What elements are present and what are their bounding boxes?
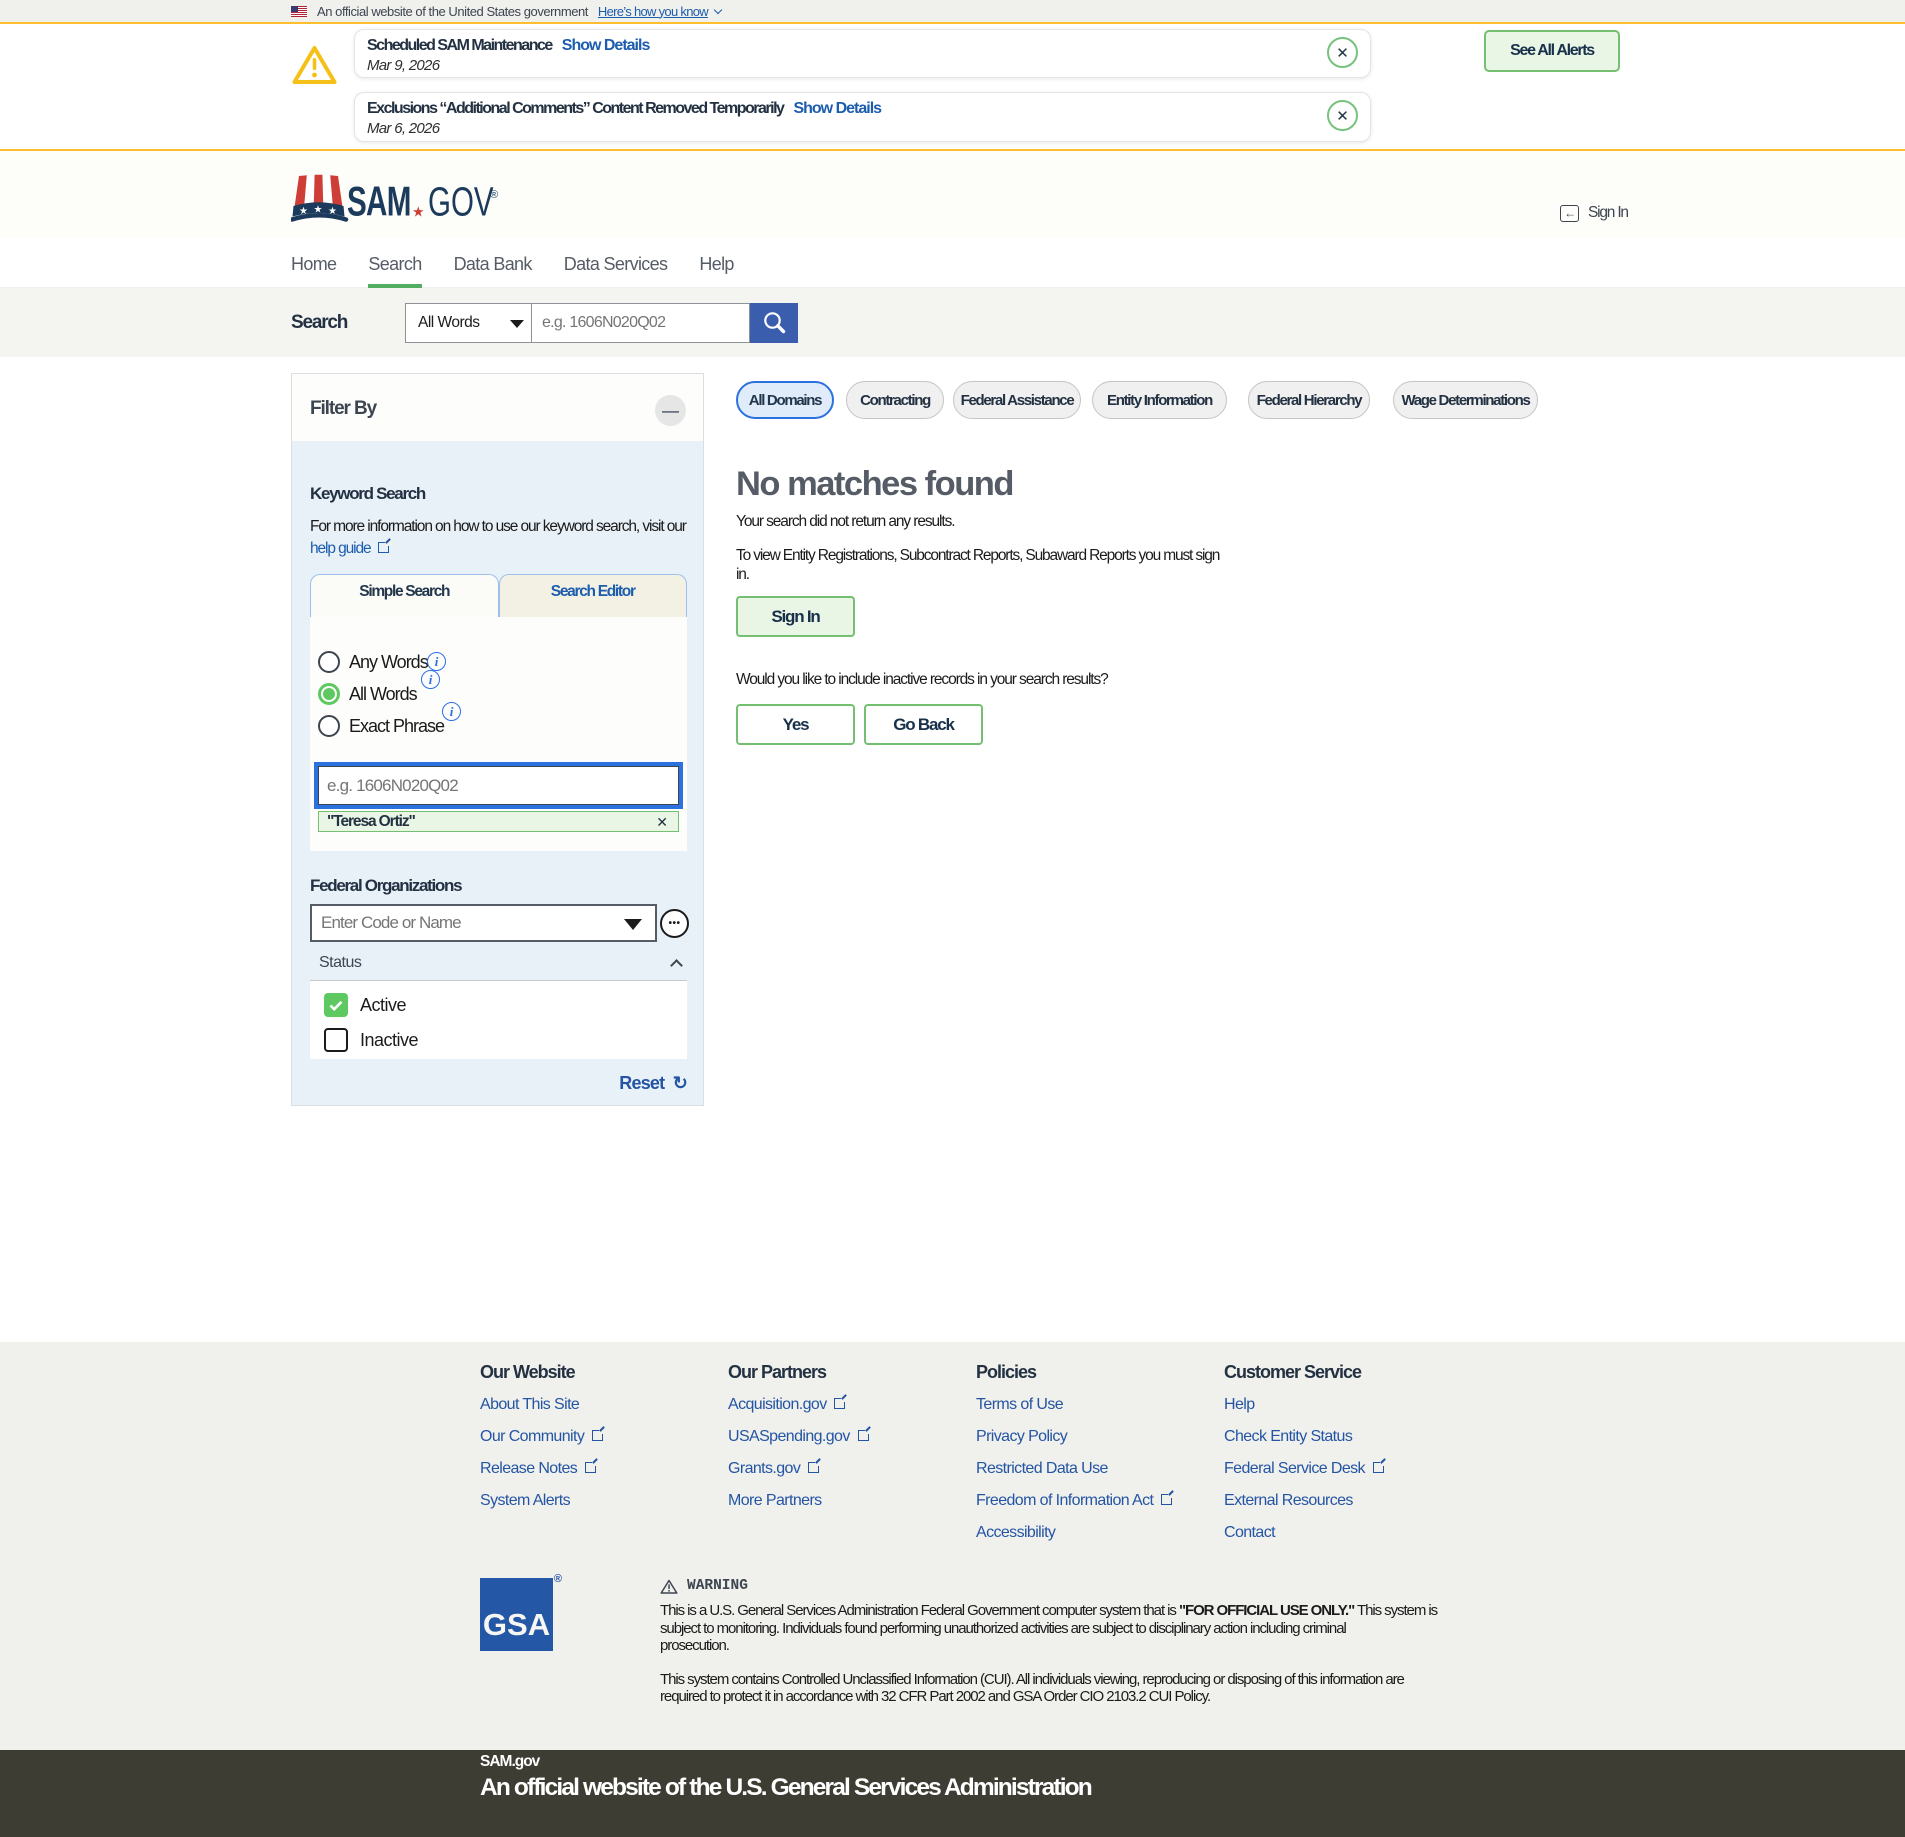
svg-text:GOV: GOV bbox=[428, 179, 494, 222]
svg-text:★: ★ bbox=[412, 204, 425, 220]
svg-text:®: ® bbox=[490, 189, 498, 201]
svg-text:SAM: SAM bbox=[347, 177, 411, 222]
